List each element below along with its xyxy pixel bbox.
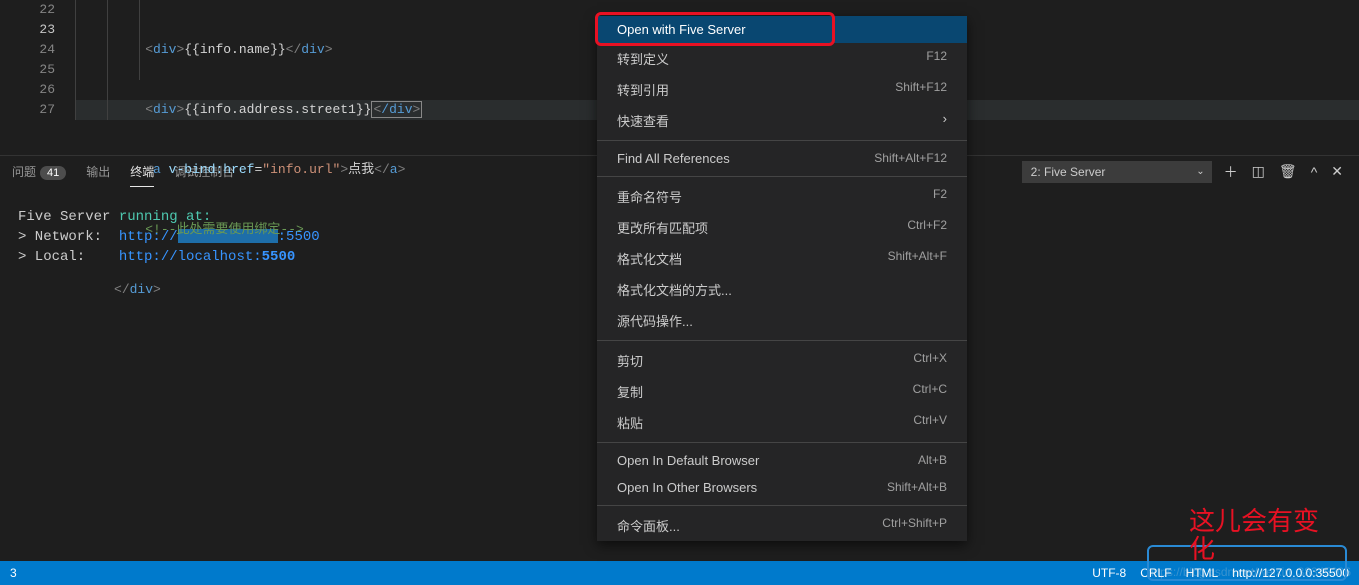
menu-item[interactable]: Open with Five Server [597,16,967,43]
menu-item[interactable]: 剪切 Ctrl+X [597,345,967,376]
line-number: 23 [0,20,55,40]
menu-item-label: 转到定义 [617,49,669,68]
tab-problems[interactable]: 问题41 [12,157,66,186]
menu-item-shortcut: Shift+Alt+F [888,249,947,268]
menu-item[interactable]: 快速查看 › [597,105,967,136]
menu-item-shortcut: F2 [933,187,947,206]
line-number: 24 [0,40,55,60]
menu-item-label: 粘贴 [617,413,643,432]
menu-item-shortcut: Shift+Alt+F12 [874,151,947,166]
menu-item[interactable]: Open In Other Browsers Shift+Alt+B [597,474,967,501]
menu-item[interactable]: Open In Default Browser Alt+B [597,447,967,474]
chevron-down-icon: ⌄ [1196,166,1204,177]
menu-item-shortcut: Shift+Alt+B [887,480,947,495]
context-menu: Open with Five Server 转到定义 F12 转到引用 Shift+F1… [597,16,967,541]
menu-item-label: Open with Five Server [617,22,746,37]
menu-item[interactable]: 更改所有匹配项 Ctrl+F2 [597,212,967,243]
menu-item[interactable]: 粘贴 Ctrl+V [597,407,967,438]
annotation-text: 这儿会有变化 [1189,507,1319,563]
menu-item-label: Open In Other Browsers [617,480,757,495]
menu-item-label: 重命名符号 [617,187,682,206]
menu-item[interactable]: 格式化文档的方式... [597,274,967,305]
menu-item-shortcut: Alt+B [918,453,947,468]
status-position[interactable]: 3 [10,566,17,580]
terminal-select[interactable]: 2: Five Server ⌄ [1022,161,1212,183]
menu-item[interactable]: 源代码操作... [597,305,967,336]
menu-separator [597,340,967,341]
line-number: 25 [0,60,55,80]
line-number: 27 [0,100,55,120]
menu-item-label: Find All References [617,151,730,166]
menu-item-label: 格式化文档的方式... [617,280,732,299]
menu-separator [597,140,967,141]
problems-count-badge: 41 [40,166,66,180]
menu-item-shortcut: Shift+F12 [895,80,947,99]
menu-item-label: 源代码操作... [617,311,693,330]
menu-item-label: 转到引用 [617,80,669,99]
menu-separator [597,442,967,443]
menu-item[interactable]: 转到引用 Shift+F12 [597,74,967,105]
menu-item[interactable]: 格式化文档 Shift+Alt+F [597,243,967,274]
menu-item[interactable]: Find All References Shift+Alt+F12 [597,145,967,172]
menu-separator [597,505,967,506]
menu-separator [597,176,967,177]
menu-item-label: 快速查看 [617,111,669,130]
menu-item-label: Open In Default Browser [617,453,759,468]
line-number-gutter: 22 23 24 25 26 27 [0,0,75,155]
watermark: https://blog.csdn.net/weixin_38345306 [1147,565,1351,579]
line-number: 26 [0,80,55,100]
menu-item-label: 更改所有匹配项 [617,218,708,237]
status-encoding[interactable]: UTF-8 [1092,566,1126,580]
menu-item[interactable]: 转到定义 F12 [597,43,967,74]
menu-item-label: 命令面板... [617,516,680,535]
menu-item[interactable]: 复制 Ctrl+C [597,376,967,407]
menu-item[interactable]: 命令面板... Ctrl+Shift+P [597,510,967,541]
chevron-right-icon: › [943,111,947,130]
menu-item-shortcut: Ctrl+F2 [907,218,947,237]
menu-item-label: 复制 [617,382,643,401]
menu-item-label: 剪切 [617,351,643,370]
menu-item[interactable]: 重命名符号 F2 [597,181,967,212]
menu-item-shortcut: F12 [926,49,947,68]
menu-item-label: 格式化文档 [617,249,682,268]
menu-item-shortcut: Ctrl+X [913,351,947,370]
menu-item-shortcut: Ctrl+C [913,382,947,401]
menu-item-shortcut: Ctrl+V [913,413,947,432]
cursor-selection: </div> [371,101,422,118]
menu-item-shortcut: Ctrl+Shift+P [882,516,947,535]
line-number: 22 [0,0,55,20]
